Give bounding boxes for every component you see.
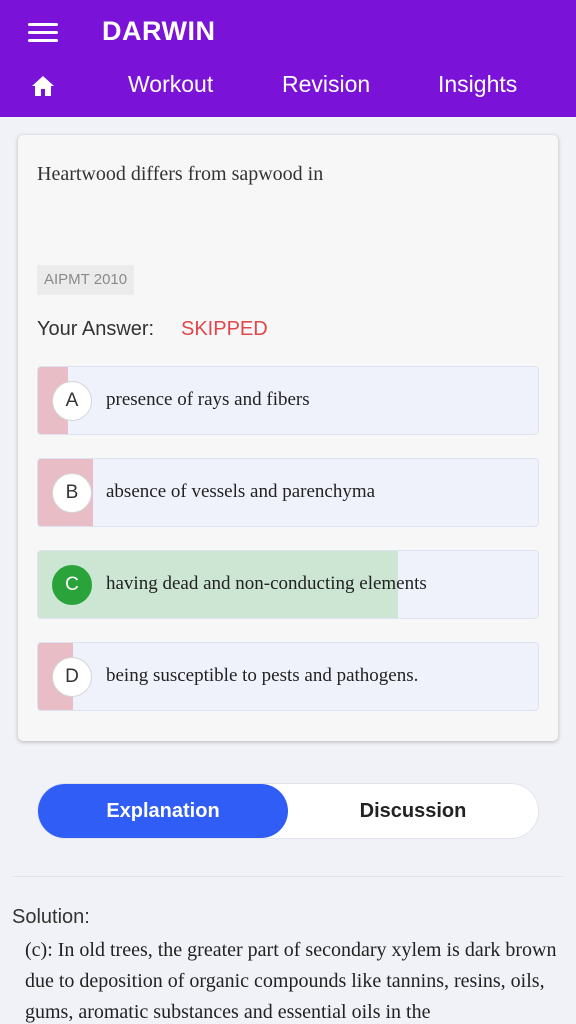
solution-title: Solution: <box>12 906 90 928</box>
option-b[interactable]: B absence of vessels and parenchyma <box>37 458 539 527</box>
your-answer-label: Your Answer: <box>37 318 155 340</box>
option-b-text: absence of vessels and parenchyma <box>106 481 376 502</box>
home-icon[interactable] <box>31 75 55 97</box>
exam-tag: AIPMT 2010 <box>37 265 135 295</box>
option-d-letter: D <box>52 657 92 697</box>
option-d[interactable]: D being susceptible to pests and pathoge… <box>37 642 539 711</box>
divider <box>12 876 564 877</box>
tab-revision[interactable]: Revision <box>282 71 370 98</box>
option-a-letter: A <box>52 381 92 421</box>
solution-text: (c): In old trees, the greater part of s… <box>25 939 557 1023</box>
tab-insights[interactable]: Insights <box>438 71 517 98</box>
discussion-tab[interactable]: Discussion <box>288 784 538 838</box>
option-d-text: being susceptible to pests and pathogens… <box>106 665 419 686</box>
option-a-text: presence of rays and fibers <box>106 389 310 410</box>
option-c-letter: C <box>52 565 92 605</box>
app-title: DARWIN <box>102 16 216 46</box>
option-a[interactable]: A presence of rays and fibers <box>37 366 539 435</box>
hamburger-menu-icon[interactable] <box>28 23 58 43</box>
option-c-text: having dead and non-conducting elements <box>106 573 427 594</box>
explanation-discussion-toggle: Explanation Discussion <box>37 783 539 839</box>
explanation-tab[interactable]: Explanation <box>38 784 288 838</box>
option-b-letter: B <box>52 473 92 513</box>
question-card: Heartwood differs from sapwood in AIPMT … <box>18 135 558 741</box>
tab-workout[interactable]: Workout <box>128 71 213 98</box>
question-text: Heartwood differs from sapwood in <box>37 163 324 185</box>
option-c[interactable]: C having dead and non-conducting element… <box>37 550 539 619</box>
answer-status: SKIPPED <box>181 318 268 340</box>
app-bar: DARWIN Workout Revision Insights <box>0 0 576 117</box>
